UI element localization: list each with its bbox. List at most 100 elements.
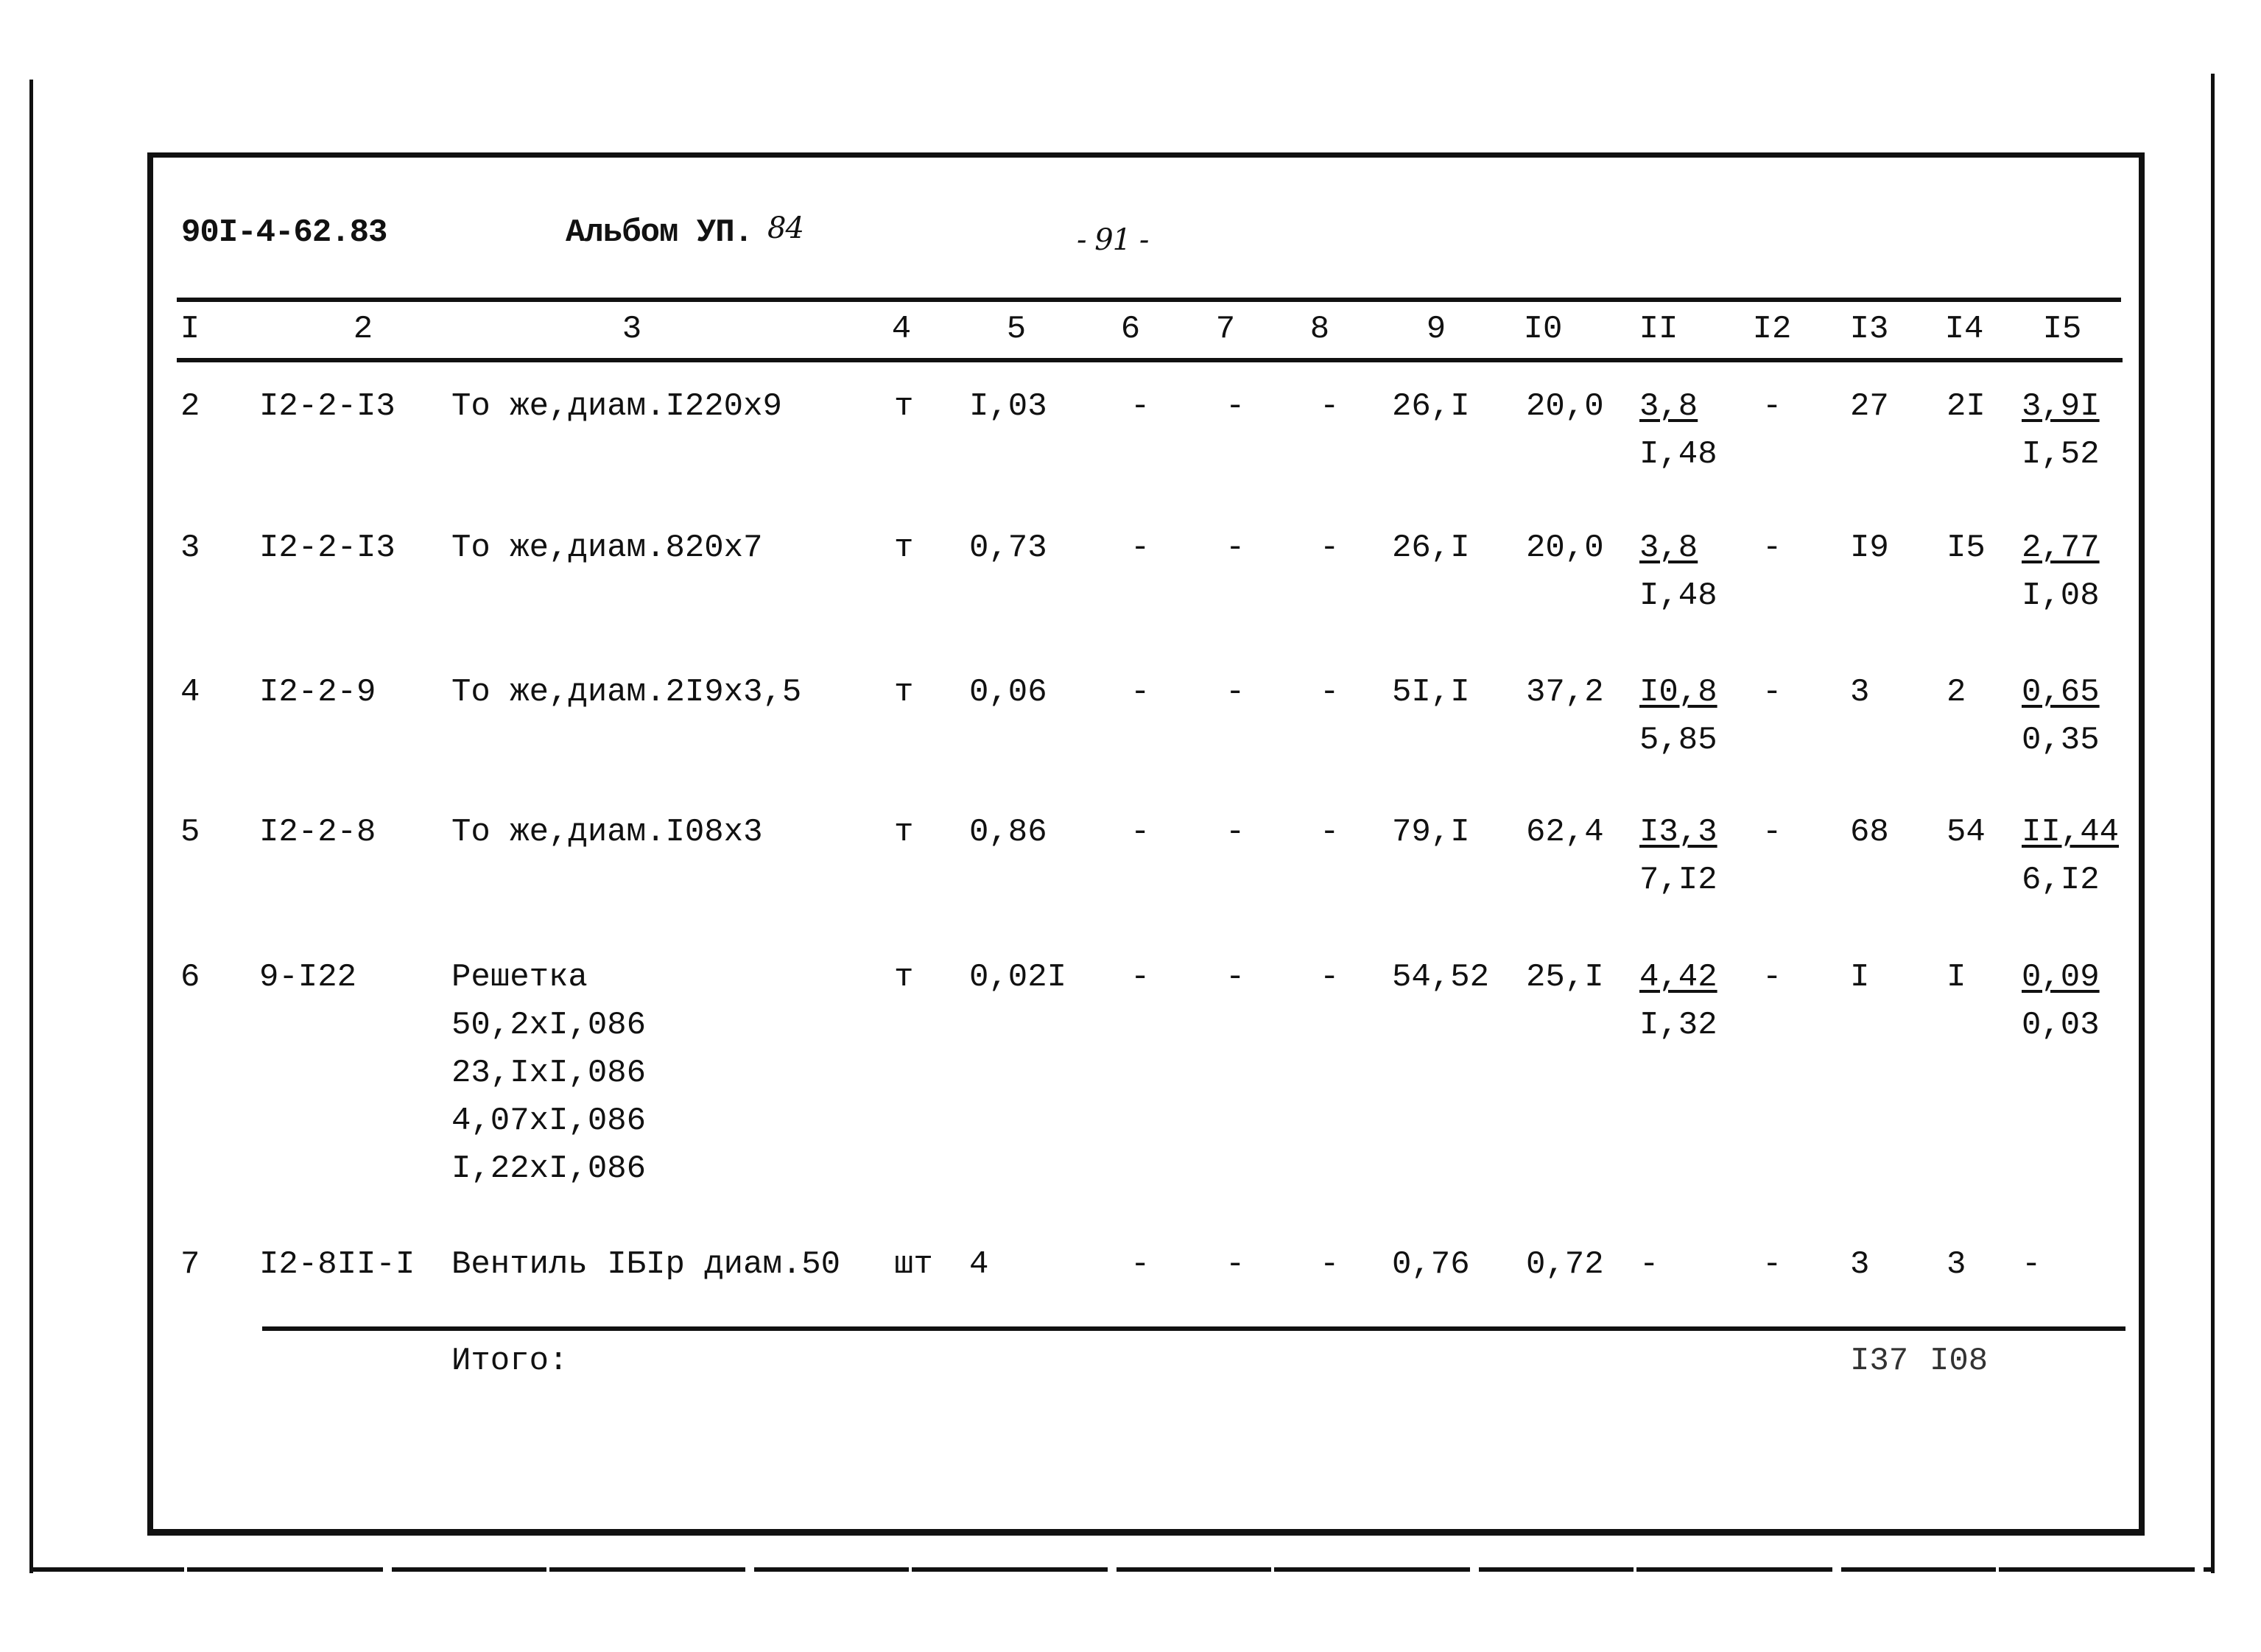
album-number: 84 (767, 211, 804, 245)
cell-c7-dash: - (1226, 674, 1245, 711)
cell-c14: 3 (1947, 1246, 1966, 1283)
cell-c2: I2-2-8 (259, 814, 376, 851)
cell-c4: т (894, 530, 914, 566)
cell-c11-denominator: I,48 (1639, 577, 1717, 614)
cell-c5: 0,73 (969, 530, 1047, 566)
cell-c13: 3 (1850, 1246, 1870, 1283)
cell-c6-dash: - (1130, 814, 1150, 851)
cell-c9: 26,I (1392, 388, 1470, 425)
cell-c11-numerator: 4,42 (1639, 959, 1717, 996)
cell-c11-numerator: 3,8 (1639, 530, 1698, 566)
column-header: I4 (1944, 311, 1984, 348)
cell-c15-numerator: 0,09 (2022, 959, 2100, 996)
cell-c2: I2-2-I3 (259, 530, 395, 566)
page-number: - 91 - (1077, 223, 1149, 257)
cell-c3-line: 23,IxI,086 (451, 1055, 647, 1092)
cell-c11-dash: - (1639, 1246, 1659, 1283)
cell-c13: 27 (1850, 388, 1889, 425)
cell-c9: 5I,I (1392, 674, 1470, 711)
cell-c14: I (1947, 959, 1966, 996)
column-header: 5 (1006, 311, 1027, 348)
cell-c15-numerator: II,44 (2022, 814, 2120, 851)
cell-c15-denominator: 0,03 (2022, 1007, 2100, 1044)
cell-c9: 26,I (1392, 530, 1470, 566)
cell-c3-line: То же,диам.I08x3 (451, 814, 763, 851)
cell-c9: 54,52 (1392, 959, 1490, 996)
album-label: Альбом УП. (566, 214, 753, 251)
cell-c6-dash: - (1130, 388, 1150, 425)
cell-c14: 2 (1947, 674, 1966, 711)
outer-border-left (29, 80, 33, 1573)
column-header: 7 (1215, 311, 1236, 348)
cell-c10: 20,0 (1526, 388, 1604, 425)
cell-c15-denominator: 0,35 (2022, 722, 2100, 759)
cell-c3-line: I,22xI,086 (451, 1150, 647, 1187)
cell-c13: 68 (1850, 814, 1889, 851)
column-header: 9 (1426, 311, 1446, 348)
column-header: II (1639, 311, 1678, 348)
header-rule-bottom (177, 358, 2123, 362)
cell-c5: 0,86 (969, 814, 1047, 851)
cell-c14: I5 (1947, 530, 1986, 566)
cell-c12-dash: - (1762, 388, 1782, 425)
outer-border-bottom (29, 1567, 2215, 1572)
column-header: 4 (891, 311, 912, 348)
column-header: 3 (622, 311, 642, 348)
cell-c15-numerator: 2,77 (2022, 530, 2100, 566)
cell-c6-dash: - (1130, 959, 1150, 996)
cell-c5: I,03 (969, 388, 1047, 425)
cell-c10: 62,4 (1526, 814, 1604, 851)
cell-c8-dash: - (1320, 1246, 1340, 1283)
cell-c2: I2-8II-I (259, 1246, 415, 1283)
cell-c1: 7 (180, 1246, 200, 1283)
cell-c11-denominator: 5,85 (1639, 722, 1717, 759)
column-header: 2 (353, 311, 373, 348)
cell-c7-dash: - (1226, 388, 1245, 425)
cell-c9: 79,I (1392, 814, 1470, 851)
cell-c5: 0,02I (969, 959, 1067, 996)
cell-c3-line: Решетка (451, 959, 588, 996)
cell-c15-dash: - (2022, 1246, 2042, 1283)
cell-c7-dash: - (1226, 814, 1245, 851)
cell-c3-line: То же,диам.820x7 (451, 530, 763, 566)
outer-border-right (2211, 74, 2215, 1573)
cell-c11-numerator: 3,8 (1639, 388, 1698, 425)
cell-c11-denominator: I,48 (1639, 436, 1717, 473)
cell-c8-dash: - (1320, 388, 1340, 425)
cell-c3-line: То же,диам.2I9x3,5 (451, 674, 802, 711)
cell-c1: 3 (180, 530, 200, 566)
cell-c12-dash: - (1762, 959, 1782, 996)
column-header: I (180, 311, 200, 348)
cell-c7-dash: - (1226, 959, 1245, 996)
cell-c12-dash: - (1762, 674, 1782, 711)
cell-c15-denominator: 6,I2 (2022, 862, 2100, 899)
total-col13: I37 (1850, 1343, 1909, 1379)
column-header: 8 (1309, 311, 1330, 348)
cell-c13: I (1850, 959, 1870, 996)
cell-c1: 5 (180, 814, 200, 851)
cell-c8-dash: - (1320, 959, 1340, 996)
cell-c15-numerator: 3,9I (2022, 388, 2100, 425)
column-header: I0 (1523, 311, 1563, 348)
cell-c12-dash: - (1762, 530, 1782, 566)
cell-c2: I2-2-9 (259, 674, 376, 711)
cell-c14: 2I (1947, 388, 1986, 425)
cell-c2: I2-2-I3 (259, 388, 395, 425)
cell-c4: т (894, 388, 914, 425)
total-label: Итого: (451, 1343, 569, 1379)
cell-c11-numerator: I3,3 (1639, 814, 1717, 851)
cell-c13: I9 (1850, 530, 1889, 566)
cell-c4: шт (894, 1246, 933, 1283)
cell-c9: 0,76 (1392, 1246, 1470, 1283)
column-header: I5 (2042, 311, 2082, 348)
cell-c5: 4 (969, 1246, 989, 1283)
cell-c11-numerator: I0,8 (1639, 674, 1717, 711)
cell-c10: 0,72 (1526, 1246, 1604, 1283)
cell-c6-dash: - (1130, 1246, 1150, 1283)
cell-c3-line: 50,2xI,086 (451, 1007, 647, 1044)
column-header: I3 (1849, 311, 1889, 348)
cell-c8-dash: - (1320, 814, 1340, 851)
cell-c8-dash: - (1320, 674, 1340, 711)
cell-c2: 9-I22 (259, 959, 357, 996)
cell-c3-line: Вентиль IБIр диам.50 (451, 1246, 841, 1283)
